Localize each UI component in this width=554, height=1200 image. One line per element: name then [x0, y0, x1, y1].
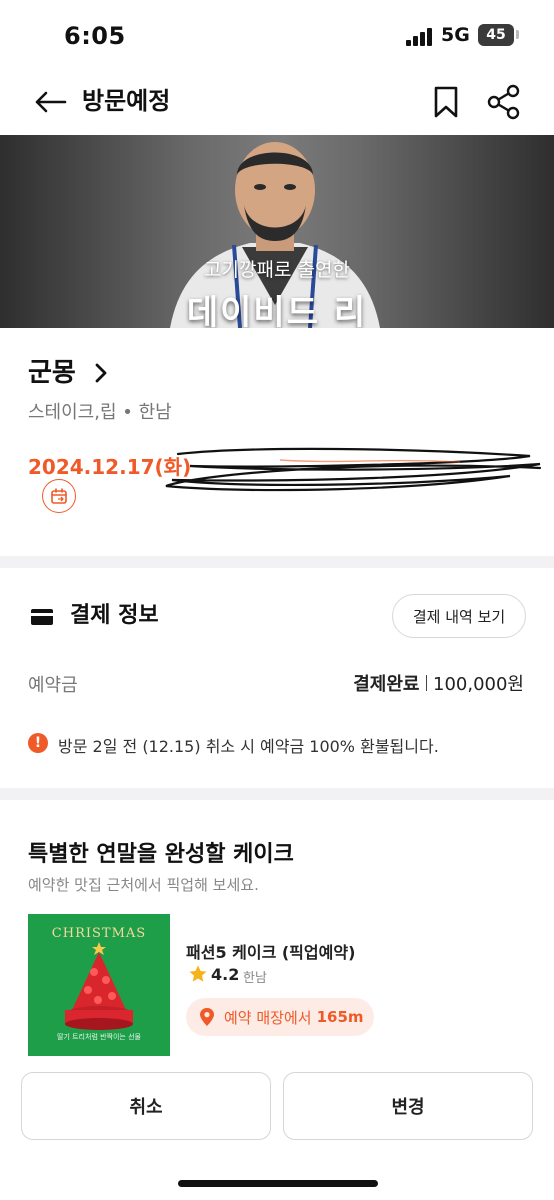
distance-badge: 예약 매장에서 165m [186, 998, 374, 1036]
top-header: 방문예정 [0, 70, 554, 134]
cake-section-subtitle: 예약한 맛집 근처에서 픽업해 보세요. [28, 876, 259, 894]
payment-status: 결제완료 [353, 674, 420, 695]
star-icon [189, 965, 207, 982]
add-to-calendar-icon[interactable] [42, 479, 76, 513]
status-time: 6:05 [64, 22, 126, 50]
payment-section-title: 결제 정보 [70, 603, 159, 628]
distance-value: 165m [316, 1008, 364, 1026]
change-reservation-button[interactable]: 변경 [283, 1072, 533, 1140]
section-divider [0, 556, 554, 568]
cake-image-caption: 딸기 트리처럼 반짝이는 선물 [57, 1033, 141, 1041]
cake-section-title: 특별한 연말을 완성할 케이크 [28, 842, 294, 867]
deposit-amount: 100,000원 [433, 674, 524, 695]
share-icon[interactable] [484, 82, 524, 122]
cake-rating: 4.2 [211, 965, 240, 984]
restaurant-category-location: 스테이크,립 • 한남 [28, 402, 172, 423]
cake-product-name[interactable]: 패션5 케이크 (픽업예약) [186, 939, 355, 963]
status-bar: 6:05 5G 45 [0, 0, 554, 70]
location-pin-icon [200, 1008, 214, 1026]
bookmark-icon[interactable] [430, 82, 462, 122]
cellular-signal-icon [406, 28, 436, 46]
chevron-right-icon[interactable] [90, 360, 112, 386]
battery-tip [516, 30, 519, 39]
back-arrow-icon[interactable] [30, 84, 70, 120]
info-icon: ! [28, 733, 48, 753]
credit-card-icon [31, 609, 53, 625]
home-indicator[interactable] [178, 1180, 378, 1187]
page-title: 방문예정 [82, 87, 171, 115]
cake-product-image[interactable]: CHRISTMAS 딸기 트리처럼 반짝이는 선물 [28, 914, 170, 1056]
section-divider [0, 788, 554, 800]
restaurant-name[interactable]: 군몽 [28, 356, 76, 390]
cake-area: 한남 [243, 971, 267, 986]
deposit-value: 결제완료 100,000원 [353, 670, 524, 696]
payment-history-button[interactable]: 결제 내역 보기 [392, 594, 526, 638]
battery-icon: 45 [478, 24, 514, 46]
network-type: 5G [441, 24, 470, 46]
cancel-reservation-button[interactable]: 취소 [21, 1072, 271, 1140]
value-separator [425, 675, 427, 691]
distance-label: 예약 매장에서 [224, 1008, 312, 1027]
deposit-label: 예약금 [28, 675, 78, 696]
promo-banner[interactable]: 고기깡패로 출연한 데이비드 리 [0, 135, 554, 328]
refund-policy-note: 방문 2일 전 (12.15) 취소 시 예약금 100% 환불됩니다. [58, 737, 439, 756]
banner-subtitle: 고기깡패로 출연한 [204, 259, 350, 281]
redaction-scribble [165, 447, 542, 492]
banner-title: 데이비드 리 [186, 293, 368, 328]
